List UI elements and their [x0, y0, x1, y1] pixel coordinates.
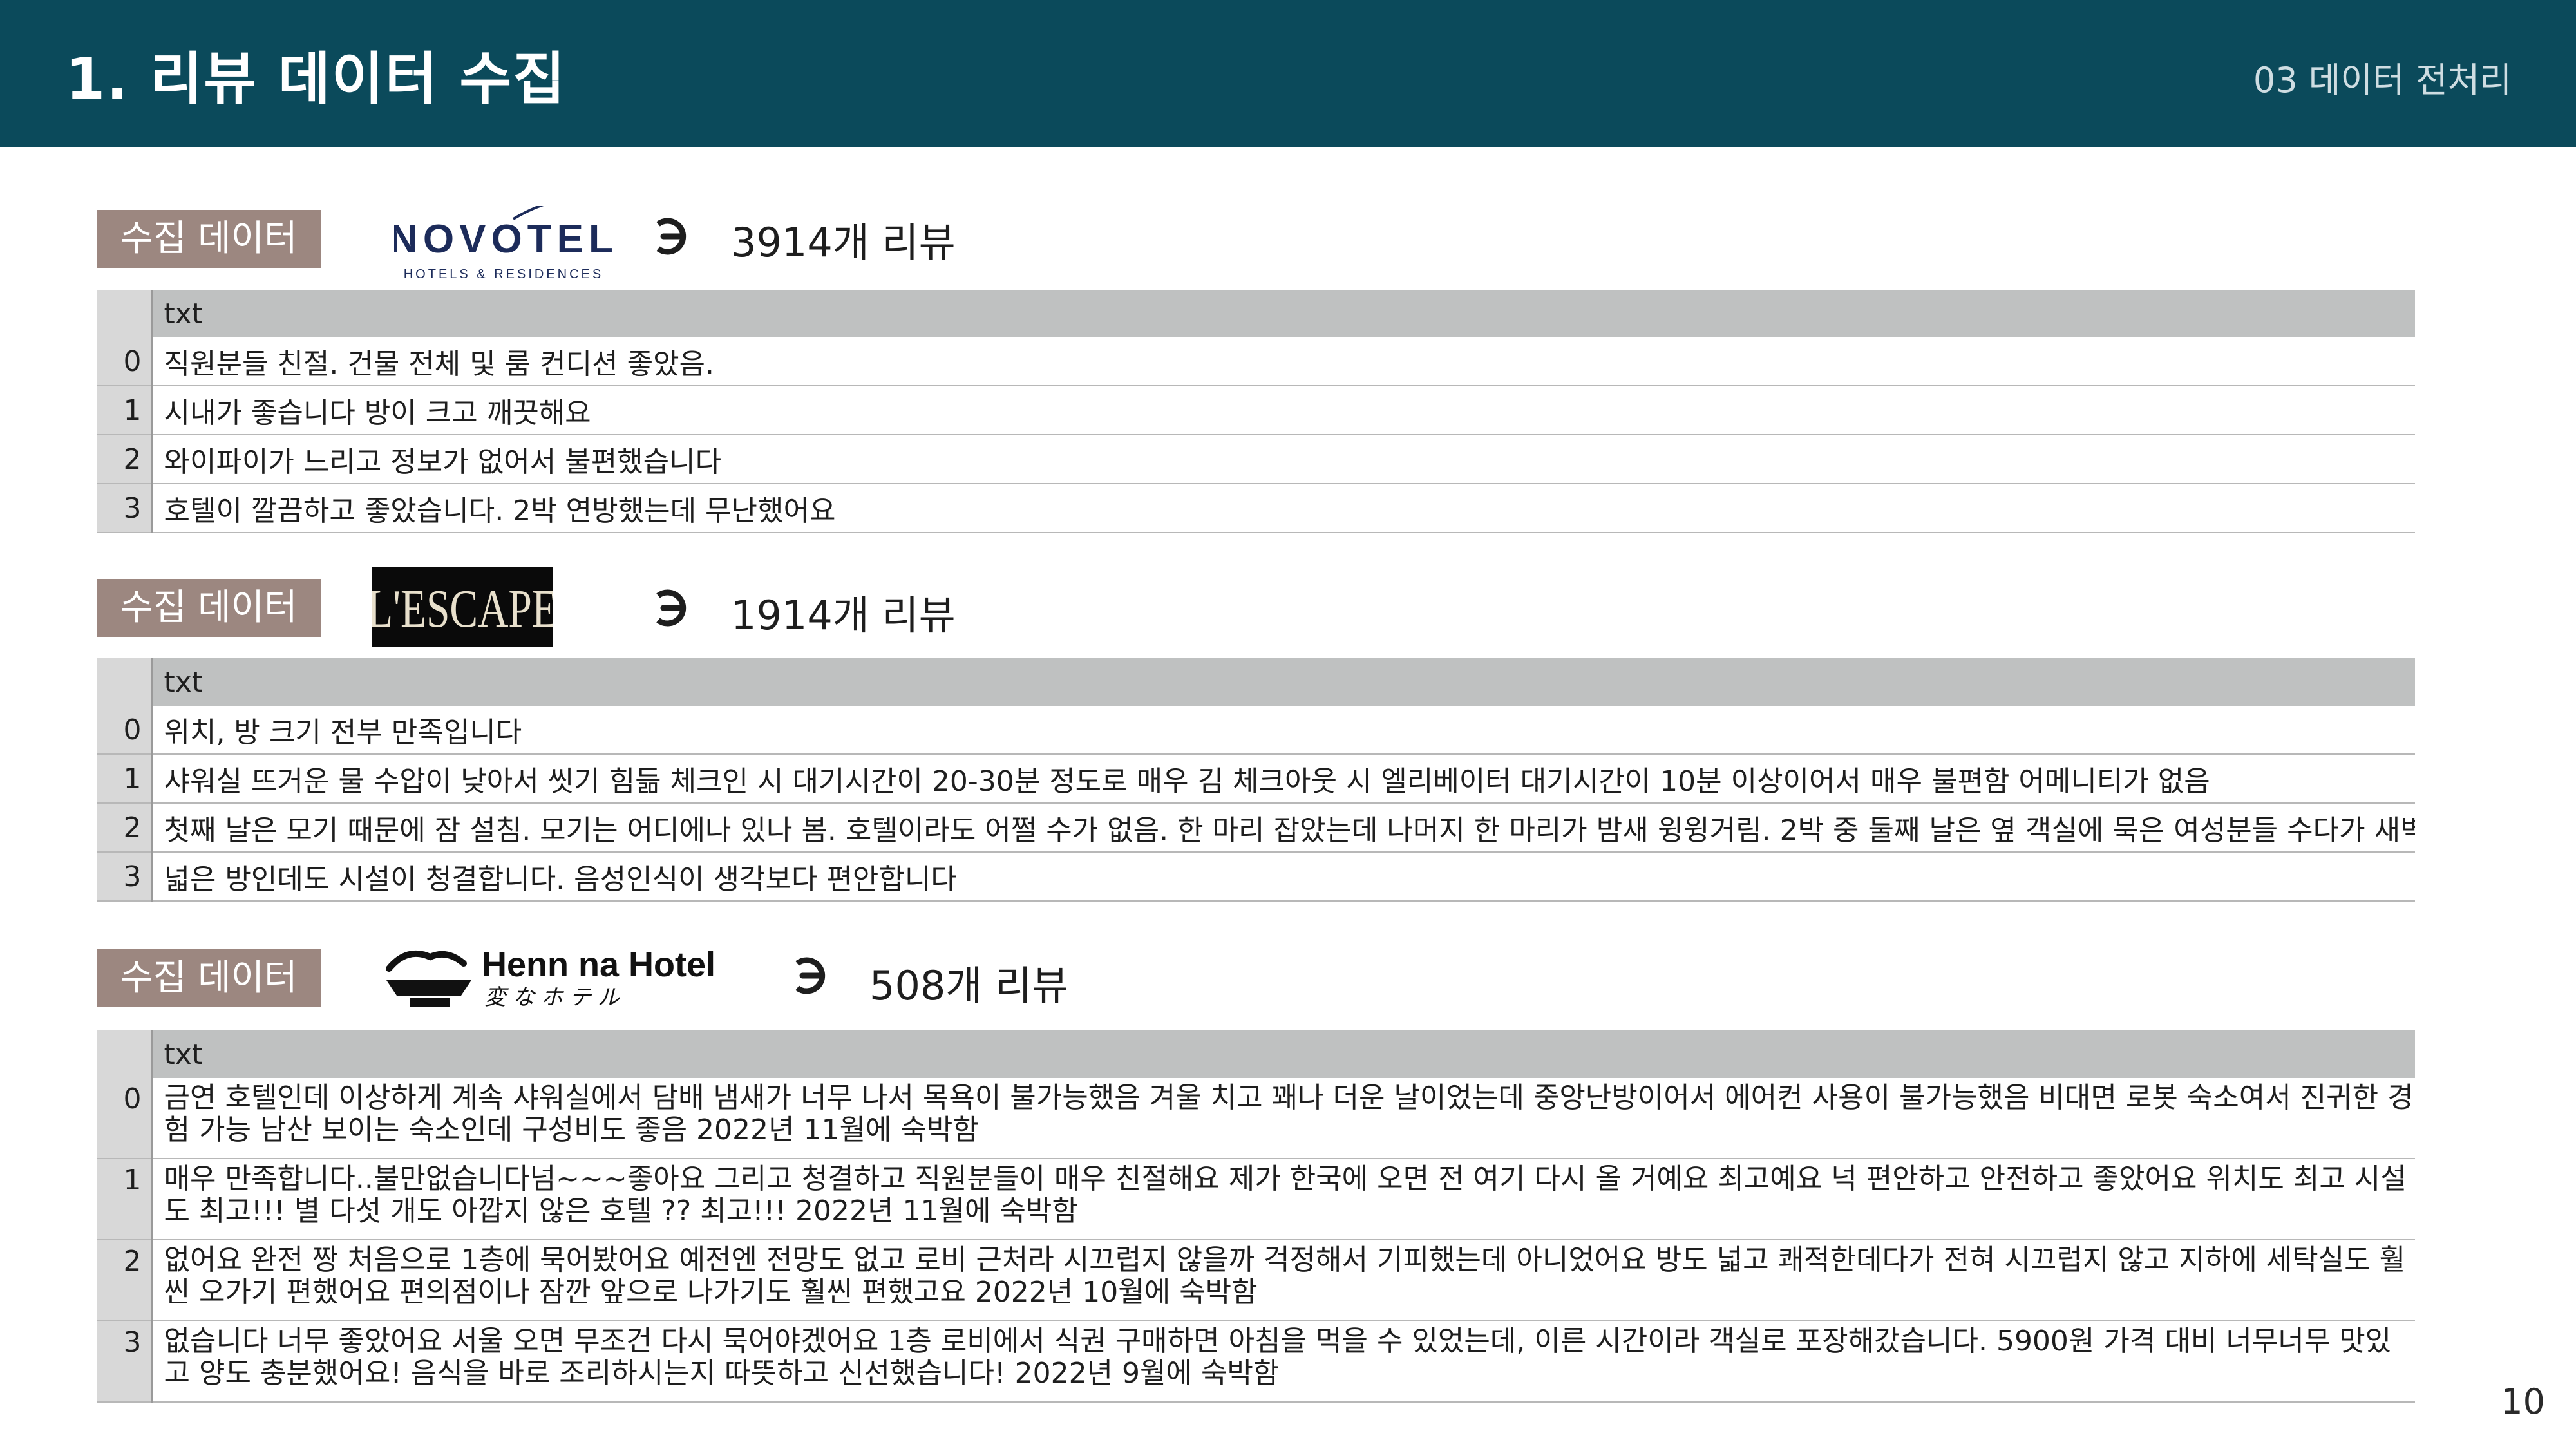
row-index: 0 — [97, 337, 153, 386]
review-count: 1914개 리뷰 — [731, 592, 956, 639]
review-text: 넓은 방인데도 시설이 청결합니다. 음성인식이 생각보다 편안합니다 — [164, 863, 957, 896]
row-index: 2 — [97, 1240, 153, 1321]
row-index: 3 — [97, 1321, 153, 1402]
header-bar: 1. 리뷰 데이터 수집 03 데이터 전처리 — [0, 0, 2576, 147]
table-row: 1 매우 만족합니다..불만없습니다넘~~~좋아요 그리고 청결하고 직원분들이… — [97, 1159, 2415, 1240]
collection-block-novotel: 수집 데이터 NOVOTEL HOTELS & RESIDENCES 3914개… — [97, 206, 2415, 296]
logo-name: Henn na Hotel — [482, 945, 715, 984]
table-row: 2 없어요 완전 짱 처음으로 1층에 묵어봤어요 예전엔 전망도 없고 로비 … — [97, 1240, 2415, 1321]
review-text: 샤워실 뜨거운 물 수압이 낮아서 씻기 힘듦 체크인 시 대기시간이 20-3… — [164, 765, 2210, 798]
index-header — [97, 658, 153, 706]
row-index: 1 — [97, 386, 153, 435]
collection-badge: 수집 데이터 — [97, 579, 321, 637]
row-index: 1 — [97, 1159, 153, 1240]
review-count: 508개 리뷰 — [869, 962, 1069, 1009]
review-table-lescape: txt 0 위치, 방 크기 전부 만족입니다 1 샤워실 뜨거운 물 수압이 … — [97, 658, 2415, 902]
table-row: 3 없습니다 너무 좋았어요 서울 오면 무조건 다시 묵어야겠어요 1층 로비… — [97, 1321, 2415, 1402]
collection-block-hennna: 수집 데이터 Henn na Hotel 変なホテル 508개 리뷰 — [97, 945, 2415, 1036]
column-header: txt — [151, 1030, 2415, 1078]
column-header: txt — [151, 290, 2415, 337]
table-row: 0 직원분들 친절. 건물 전체 및 룸 컨디션 좋았음. — [97, 337, 2415, 386]
review-text: 호텔이 깔끔하고 좋았습니다. 2박 연방했는데 무난했어요 — [164, 495, 836, 527]
logo-name: NOVOTEL — [394, 217, 613, 261]
review-text: 시내가 좋습니다 방이 크고 깨끗해요 — [164, 397, 591, 430]
lescape-logo: L'ESCAPE — [372, 567, 553, 647]
collection-block-lescape: 수집 데이터 L'ESCAPE 1914개 리뷰 — [97, 567, 2415, 665]
review-count: 3914개 리뷰 — [731, 219, 956, 266]
arrow-right-icon — [795, 957, 826, 994]
review-text: 첫째 날은 모기 때문에 잠 설침. 모기는 어디에나 있나 봄. 호텔이라도 … — [164, 814, 2416, 847]
review-text: 금연 호텔인데 이상하게 계속 샤워실에서 담배 냄새가 너무 나서 목욕이 불… — [164, 1081, 2414, 1146]
table-row: 3 넓은 방인데도 시설이 청결합니다. 음성인식이 생각보다 편안합니다 — [97, 852, 2415, 901]
review-text: 위치, 방 크기 전부 만족입니다 — [164, 716, 522, 749]
logo-subtitle: 変なホテル — [484, 985, 626, 1010]
arrow-right-icon — [656, 589, 687, 627]
table-row: 0 금연 호텔인데 이상하게 계속 샤워실에서 담배 냄새가 너무 나서 목욕이… — [97, 1078, 2415, 1159]
table-row: 1 시내가 좋습니다 방이 크고 깨끗해요 — [97, 386, 2415, 435]
row-index: 2 — [97, 435, 153, 484]
henn-na-hotel-logo: Henn na Hotel 変なホテル — [386, 945, 715, 1010]
review-text: 없습니다 너무 좋았어요 서울 오면 무조건 다시 묵어야겠어요 1층 로비에서… — [164, 1325, 2392, 1390]
logo-name: L'ESCAPE — [372, 579, 553, 639]
row-index: 3 — [97, 852, 153, 901]
table-row: 1 샤워실 뜨거운 물 수압이 낮아서 씻기 힘듦 체크인 시 대기시간이 20… — [97, 754, 2415, 803]
page-title: 1. 리뷰 데이터 수집 — [66, 46, 567, 112]
review-text: 직원분들 친절. 건물 전체 및 룸 컨디션 좋았음. — [164, 348, 715, 381]
row-index: 2 — [97, 803, 153, 852]
collection-badge: 수집 데이터 — [97, 949, 321, 1007]
index-header — [97, 290, 153, 337]
review-table-novotel: txt 0 직원분들 친절. 건물 전체 및 룸 컨디션 좋았음. 1 시내가 … — [97, 290, 2415, 533]
arrow-right-icon — [656, 218, 687, 255]
table-row: 3 호텔이 깔끔하고 좋았습니다. 2박 연방했는데 무난했어요 — [97, 484, 2415, 533]
hotel-bowl-icon — [386, 950, 471, 1007]
table-row: 0 위치, 방 크기 전부 만족입니다 — [97, 706, 2415, 754]
novotel-logo: NOVOTEL HOTELS & RESIDENCES — [394, 206, 613, 281]
row-index: 0 — [97, 706, 153, 754]
table-row: 2 첫째 날은 모기 때문에 잠 설침. 모기는 어디에나 있나 봄. 호텔이라… — [97, 803, 2415, 852]
review-text: 없어요 완전 짱 처음으로 1층에 묵어봤어요 예전엔 전망도 없고 로비 근처… — [164, 1244, 2406, 1309]
collection-badge: 수집 데이터 — [97, 210, 321, 268]
row-index: 0 — [97, 1078, 153, 1159]
review-table-hennna: txt 0 금연 호텔인데 이상하게 계속 샤워실에서 담배 냄새가 너무 나서… — [97, 1030, 2415, 1403]
index-header — [97, 1030, 153, 1078]
row-index: 1 — [97, 754, 153, 803]
section-label: 03 데이터 전처리 — [2253, 60, 2512, 100]
page-number: 10 — [2501, 1381, 2545, 1422]
review-text: 와이파이가 느리고 정보가 없어서 불편했습니다 — [164, 446, 722, 478]
logo-subtitle: HOTELS & RESIDENCES — [404, 267, 604, 281]
row-index: 3 — [97, 484, 153, 533]
review-text: 매우 만족합니다..불만없습니다넘~~~좋아요 그리고 청결하고 직원분들이 매… — [164, 1162, 2407, 1227]
table-row: 2 와이파이가 느리고 정보가 없어서 불편했습니다 — [97, 435, 2415, 484]
column-header: txt — [151, 658, 2415, 706]
